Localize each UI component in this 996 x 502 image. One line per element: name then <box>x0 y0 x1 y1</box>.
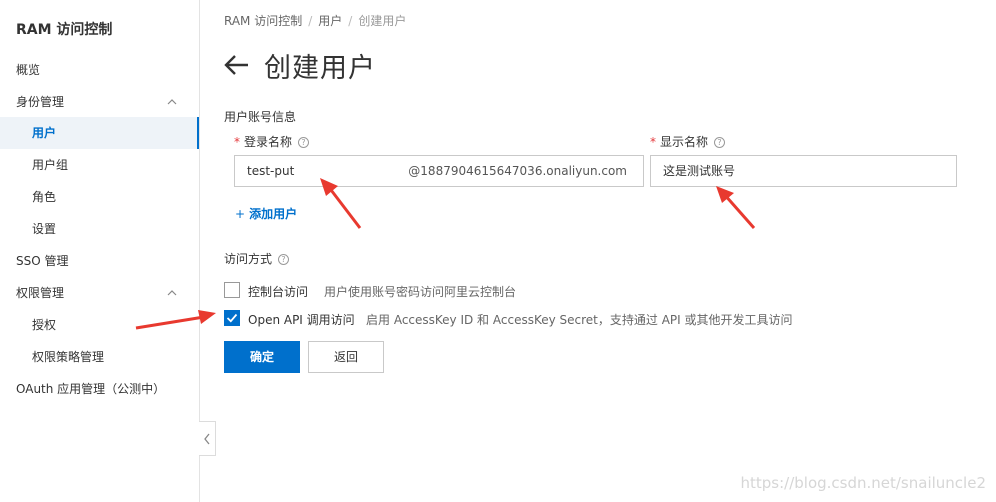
login-name-input[interactable]: test-put @1887904615647036.onaliyun.com <box>234 155 644 187</box>
console-access-label: 控制台访问 <box>248 285 309 299</box>
section-label-account: 用户账号信息 <box>224 110 297 124</box>
help-icon[interactable]: ? <box>714 137 726 148</box>
add-user-button[interactable]: + 添加用户 <box>235 205 297 222</box>
annotation-arrow-icon <box>716 186 756 229</box>
sidebar-item-label: 设置 <box>32 222 57 236</box>
breadcrumb-item-current: 创建用户 <box>358 14 407 28</box>
console-access-desc: 用户使用账号密码访问阿里云控制台 <box>324 285 517 299</box>
back-arrow-icon[interactable] <box>224 52 250 78</box>
sidebar-item-label: OAuth 应用管理（公测中） <box>16 382 166 396</box>
sidebar-item-sso[interactable]: SSO 管理 <box>0 245 199 277</box>
display-name-input[interactable]: 这是测试账号 <box>650 155 957 187</box>
login-name-value: test-put <box>247 164 295 178</box>
sidebar-item-label: 概览 <box>16 63 41 77</box>
back-button[interactable]: 返回 <box>308 341 384 373</box>
sidebar-item-settings[interactable]: 设置 <box>0 213 199 245</box>
watermark: https://blog.csdn.net/snailuncle2 <box>740 474 986 492</box>
sidebar-item-user-groups[interactable]: 用户组 <box>0 149 199 181</box>
sidebar-item-roles[interactable]: 角色 <box>0 181 199 213</box>
breadcrumb-item-ram[interactable]: RAM 访问控制 <box>224 14 302 28</box>
sidebar-item-oauth[interactable]: OAuth 应用管理（公测中） <box>0 373 199 405</box>
sidebar-item-users[interactable]: 用户 <box>0 117 199 149</box>
sidebar: RAM 访问控制 概览 身份管理 用户 用户组 角色 设置 SSO 管理 权限管… <box>0 0 200 502</box>
chevron-up-icon <box>167 99 177 105</box>
sidebar-item-label: 角色 <box>32 190 57 204</box>
required-mark: * <box>234 135 240 149</box>
console-access-checkbox[interactable] <box>224 282 240 298</box>
sidebar-item-label: SSO 管理 <box>16 254 69 268</box>
sidebar-item-label: 用户组 <box>32 158 69 172</box>
api-access-label: Open API 调用访问 <box>248 313 355 327</box>
checkmark-icon <box>226 313 238 323</box>
sidebar-item-label: 权限策略管理 <box>32 350 105 364</box>
login-domain-suffix: @1887904615647036.onaliyun.com <box>408 164 627 178</box>
sidebar-item-label: 权限管理 <box>16 286 65 300</box>
annotation-arrow-icon <box>320 178 362 229</box>
confirm-button[interactable]: 确定 <box>224 341 300 373</box>
login-name-label-text: 登录名称 <box>244 135 293 149</box>
annotation-arrow-icon <box>135 310 216 330</box>
breadcrumb-item-users[interactable]: 用户 <box>318 14 342 28</box>
api-access-desc: 启用 AccessKey ID 和 AccessKey Secret，支持通过 … <box>366 313 793 327</box>
breadcrumb-separator: / <box>348 14 353 28</box>
chevron-up-icon <box>167 290 177 296</box>
required-mark: * <box>650 135 656 149</box>
sidebar-item-label: 用户 <box>32 126 57 140</box>
sidebar-item-label: 身份管理 <box>16 95 65 109</box>
sidebar-item-overview[interactable]: 概览 <box>0 54 199 86</box>
sidebar-item-identity[interactable]: 身份管理 <box>0 86 199 118</box>
breadcrumb: RAM 访问控制 / 用户 / 创建用户 <box>224 12 406 29</box>
sidebar-item-policies[interactable]: 权限策略管理 <box>0 341 199 373</box>
sidebar-title: RAM 访问控制 <box>16 22 113 38</box>
sidebar-collapse-button[interactable] <box>199 421 216 456</box>
display-name-label: * 显示名称? <box>650 133 726 150</box>
breadcrumb-separator: / <box>308 14 313 28</box>
sidebar-item-label: 授权 <box>32 318 57 332</box>
access-method-label-text: 访问方式 <box>224 252 273 266</box>
add-user-label: 添加用户 <box>249 207 298 221</box>
sidebar-item-permissions[interactable]: 权限管理 <box>0 277 199 309</box>
chevron-left-icon <box>204 433 210 445</box>
login-name-label: * 登录名称? <box>234 133 310 150</box>
api-access-checkbox[interactable] <box>224 310 240 326</box>
page-title: 创建用户 <box>264 53 376 84</box>
plus-icon: + <box>235 207 246 221</box>
display-name-value: 这是测试账号 <box>663 164 736 178</box>
help-icon[interactable]: ? <box>298 137 310 148</box>
display-name-label-text: 显示名称 <box>660 135 709 149</box>
help-icon[interactable]: ? <box>278 254 290 265</box>
access-method-label: 访问方式? <box>224 250 290 267</box>
